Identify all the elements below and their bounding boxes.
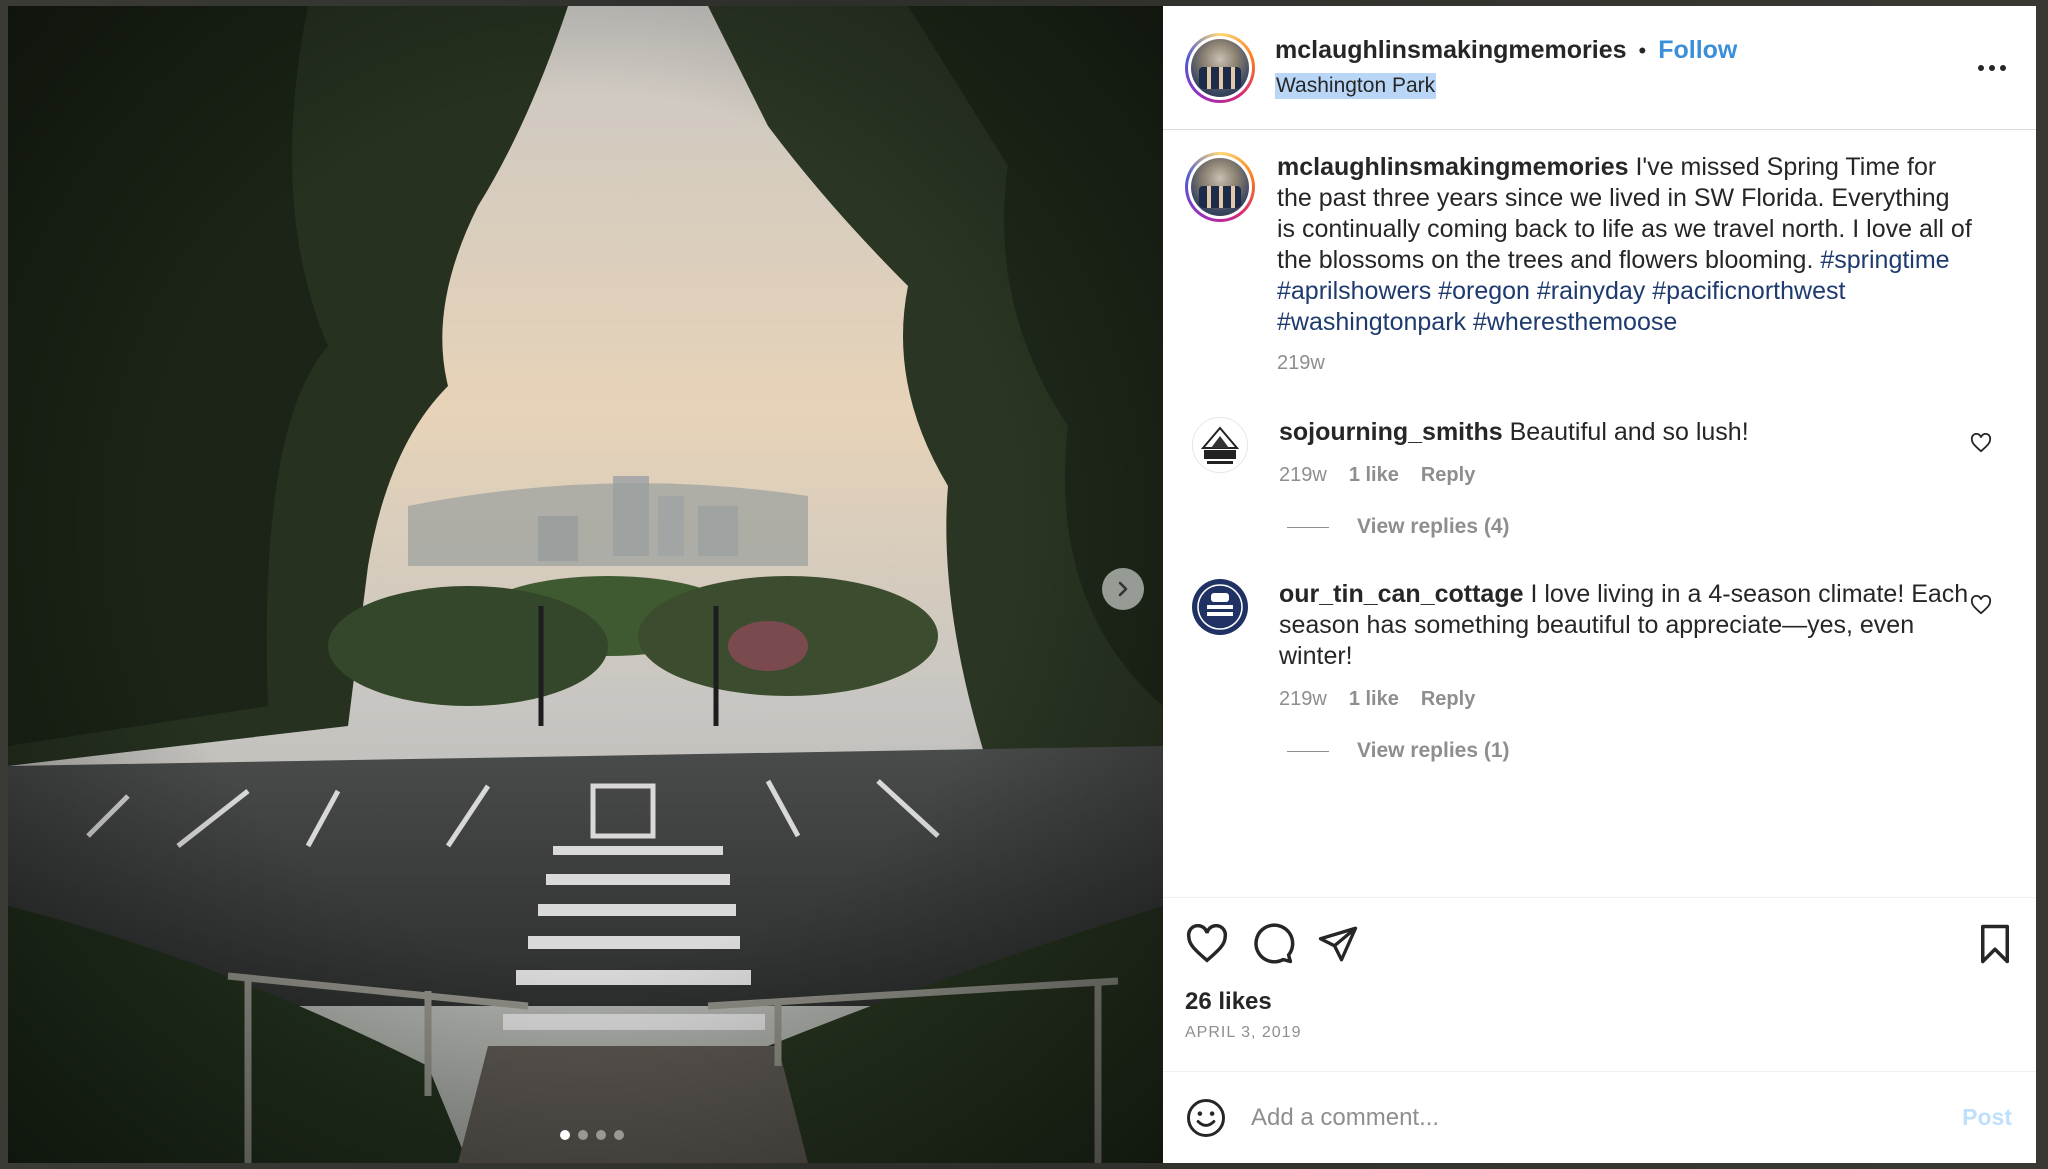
comment-item: our_tin_can_cottage I love living in a 4… (1185, 579, 2014, 763)
hashtag-link[interactable]: #springtime (1820, 246, 1949, 274)
carousel-dot-4 (614, 1130, 624, 1140)
like-heart-icon[interactable] (1185, 924, 1229, 964)
header-separator: • (1638, 37, 1647, 63)
post-actions: 26 likes APRIL 3, 2019 (1163, 897, 2036, 1071)
author-username[interactable]: mclaughlinsmakingmemories (1275, 36, 1627, 65)
post-header: mclaughlinsmakingmemories • Follow Washi… (1163, 6, 2036, 130)
caption-timestamp[interactable]: 219w (1277, 352, 1325, 375)
caption-text: mclaughlinsmakingmemories I've missed Sp… (1277, 152, 1974, 338)
carousel-dot-3 (596, 1130, 606, 1140)
save-bookmark-icon[interactable] (1976, 923, 2014, 965)
hashtag-link[interactable]: #pacificnorthwest (1652, 277, 1845, 305)
comment-item: sojourning_smiths Beautiful and so lush!… (1185, 417, 2014, 539)
like-comment-heart-icon[interactable] (1970, 433, 1992, 453)
post-date[interactable]: APRIL 3, 2019 (1185, 1024, 2014, 1042)
comments-section[interactable]: mclaughlinsmakingmemories I've missed Sp… (1163, 130, 2036, 897)
like-comment-heart-icon[interactable] (1970, 595, 1992, 615)
reply-button[interactable]: Reply (1421, 688, 1475, 711)
post-photo[interactable] (8, 6, 1163, 1163)
comment-text: Beautiful and so lush! (1509, 418, 1749, 446)
hashtag-link[interactable]: #washingtonpark (1277, 308, 1466, 336)
post-modal: mclaughlinsmakingmemories • Follow Washi… (8, 6, 2036, 1163)
caption: mclaughlinsmakingmemories I've missed Sp… (1185, 152, 2014, 375)
replies-divider (1287, 526, 1329, 528)
post-side-panel: mclaughlinsmakingmemories • Follow Washi… (1163, 6, 2036, 1163)
comment-likes[interactable]: 1 like (1349, 464, 1399, 487)
carousel-dot-2 (578, 1130, 588, 1140)
tin-can-cottage-logo-icon (1197, 584, 1243, 630)
next-photo-button[interactable] (1102, 568, 1144, 610)
view-replies-button[interactable]: View replies (4) (1287, 515, 1974, 539)
author-avatar[interactable] (1185, 32, 1255, 103)
author-avatar-image (1191, 38, 1249, 97)
follow-button[interactable]: Follow (1658, 36, 1737, 65)
post-comment-button[interactable]: Post (1962, 1104, 2012, 1131)
hashtag-link[interactable]: #wheresthemoose (1473, 308, 1677, 336)
hashtag-link[interactable]: #oregon (1438, 277, 1530, 305)
park-photo-image (8, 6, 1163, 1163)
hashtag-link[interactable]: #rainyday (1537, 277, 1645, 305)
caption-avatar[interactable] (1185, 152, 1255, 222)
carousel-indicator (560, 1130, 624, 1140)
emoji-smiley-icon[interactable] (1185, 1097, 1227, 1139)
comment-timestamp[interactable]: 219w (1279, 464, 1327, 487)
comment-input[interactable] (1251, 1103, 1963, 1132)
commenter-username[interactable]: our_tin_can_cottage (1279, 580, 1524, 608)
reply-button[interactable]: Reply (1421, 464, 1475, 487)
comment-timestamp[interactable]: 219w (1279, 688, 1327, 711)
carousel-dot-1 (560, 1130, 570, 1140)
comment-likes[interactable]: 1 like (1349, 688, 1399, 711)
view-replies-button[interactable]: View replies (1) (1287, 739, 1974, 763)
sojourning-smiths-logo-icon (1200, 426, 1240, 464)
commenter-username[interactable]: sojourning_smiths (1279, 418, 1503, 446)
replies-divider (1287, 750, 1329, 752)
location-link[interactable]: Washington Park (1275, 73, 1437, 99)
commenter-avatar[interactable] (1192, 579, 1248, 635)
chevron-right-icon (1118, 581, 1128, 597)
caption-avatar-image (1191, 158, 1249, 216)
add-comment-bar: Post (1163, 1071, 2036, 1163)
caption-username[interactable]: mclaughlinsmakingmemories (1277, 153, 1629, 181)
more-options-icon[interactable] (1978, 64, 2006, 71)
commenter-avatar[interactable] (1192, 417, 1248, 473)
comment-bubble-icon[interactable] (1251, 922, 1295, 966)
hashtag-link[interactable]: #aprilshowers (1277, 277, 1431, 305)
view-replies-label: View replies (1) (1357, 739, 1510, 762)
likes-count[interactable]: 26 likes (1185, 988, 2014, 1016)
share-paper-plane-icon[interactable] (1317, 923, 1359, 965)
view-replies-label: View replies (4) (1357, 515, 1510, 538)
